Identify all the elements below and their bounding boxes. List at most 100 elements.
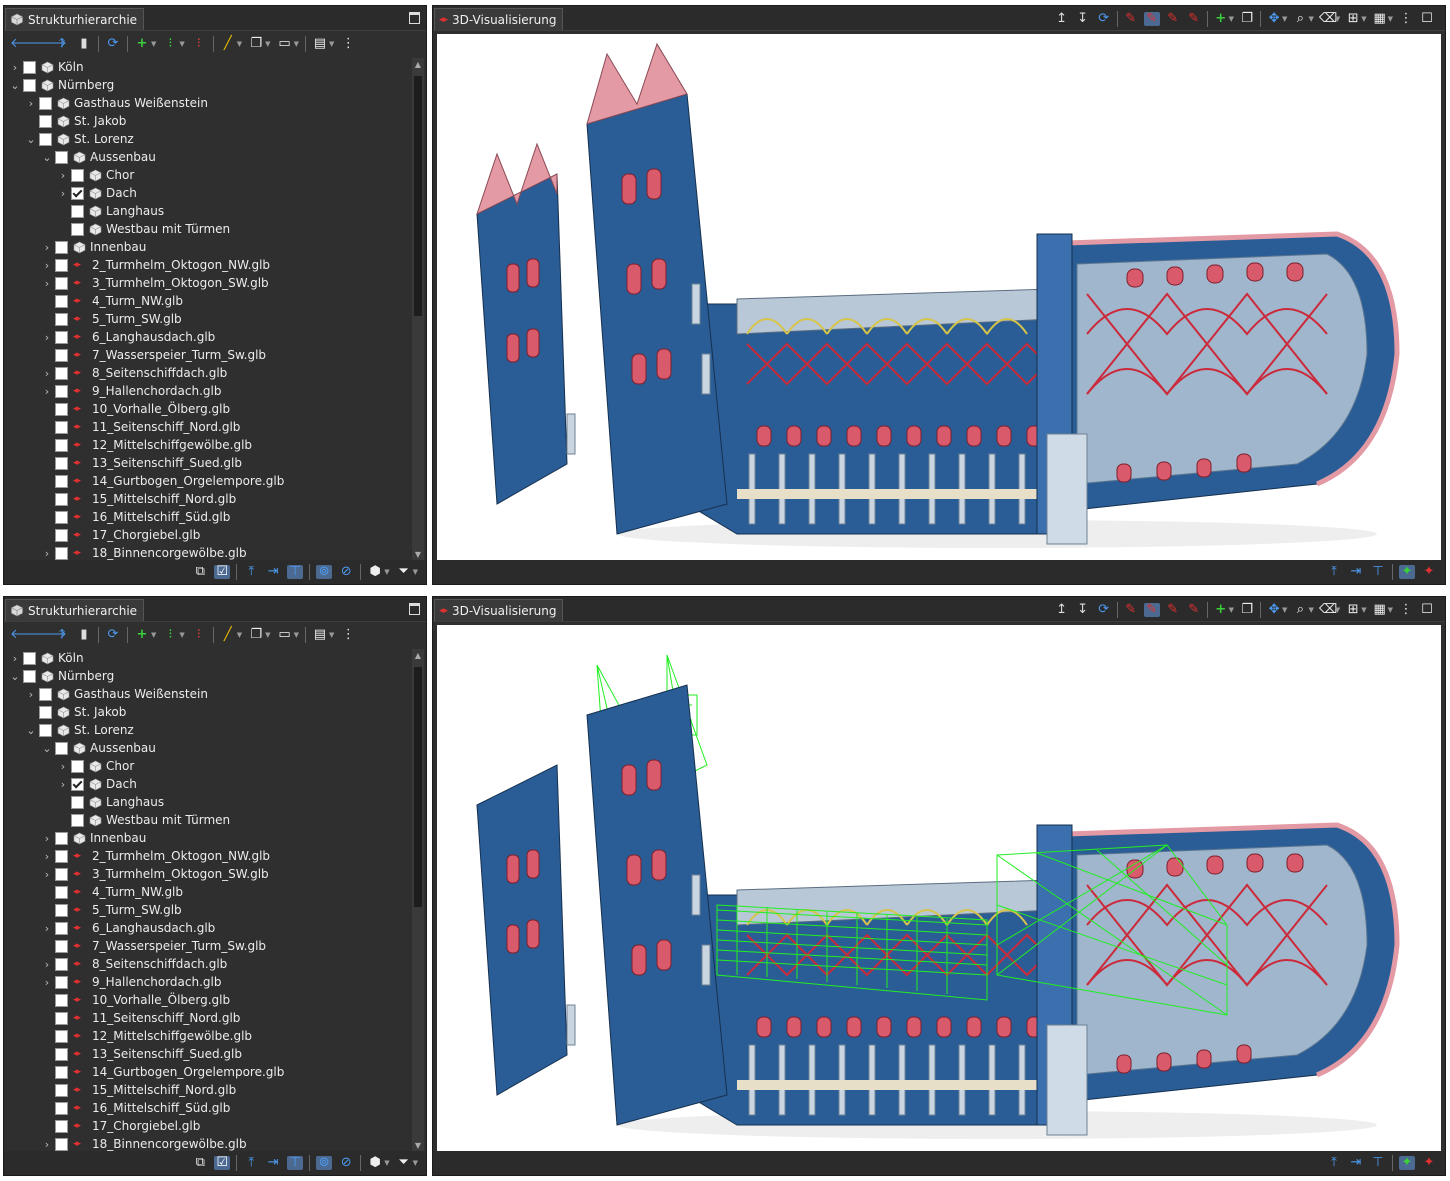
chevron-down-icon[interactable]: ⌄ (10, 670, 20, 683)
tree-row[interactable]: ◂▸ 16_Mittelschiff_Süd.glb (4, 1099, 410, 1117)
add-icon[interactable]: + (134, 37, 150, 51)
tree-row[interactable]: Westbau mit Türmen (4, 220, 410, 238)
tree-row[interactable]: ⌄ Nürnberg (4, 667, 410, 685)
tree-row[interactable]: ◂▸ 7_Wasserspeier_Turm_Sw.glb (4, 346, 410, 364)
add-icon[interactable]: + (1213, 603, 1229, 617)
tree-scrollbar[interactable]: ▲ ▼ (412, 649, 424, 1152)
tree-row[interactable]: ⌄ St. Lorenz (4, 130, 410, 148)
tree-checkbox[interactable] (55, 312, 68, 326)
magic-wand-icon[interactable]: ✦ (1399, 1156, 1415, 1170)
dropdown-arrow-icon[interactable]: ▼ (265, 631, 270, 639)
edit-pen-icon[interactable]: ╱ (220, 37, 236, 51)
dropdown-arrow-icon[interactable]: ▼ (1335, 606, 1340, 614)
tree-row[interactable]: ◂▸ 7_Wasserspeier_Turm_Sw.glb (4, 937, 410, 955)
tree-row[interactable]: ⌄ Aussenbau (4, 739, 410, 757)
chevron-right-icon[interactable]: › (58, 169, 68, 182)
dropdown-arrow-icon[interactable]: ▼ (329, 631, 334, 639)
link-icon[interactable]: ⧉ (192, 1156, 208, 1170)
dropdown-arrow-icon[interactable]: ▼ (384, 568, 389, 576)
move-down-icon[interactable]: ↧ (1075, 12, 1091, 26)
tree-checkbox[interactable] (55, 1119, 68, 1133)
tree-checkbox[interactable] (55, 492, 68, 506)
chevron-right-icon[interactable]: › (10, 61, 20, 74)
tree-row[interactable]: ◂▸ 14_Gurtbogen_Orgelempore.glb (4, 472, 410, 490)
chevron-right-icon[interactable]: › (42, 367, 52, 380)
align-top-icon[interactable]: ⊤ (287, 565, 304, 579)
tool-icon[interactable]: ✦ (1421, 565, 1437, 579)
unlink-icon[interactable]: ⊘ (338, 1156, 354, 1170)
chevron-down-icon[interactable]: ⌄ (42, 742, 52, 755)
3d-viewport[interactable] (437, 625, 1441, 1151)
menu-icon[interactable]: ⋮ (1398, 12, 1414, 26)
link-chain-icon[interactable]: ⊚ (316, 1156, 333, 1170)
view-icon[interactable]: ▭ (277, 37, 293, 51)
tree-checkbox[interactable] (55, 867, 68, 881)
scroll-up-icon[interactable]: ▲ (412, 651, 424, 660)
pin-icon[interactable]: ✎ (1123, 603, 1139, 617)
tree-checkbox[interactable] (55, 420, 68, 434)
tree-checkbox[interactable] (23, 78, 36, 92)
tree-checkbox[interactable] (55, 456, 68, 470)
tree-checkbox[interactable] (55, 1083, 68, 1097)
link-icon[interactable]: ⧉ (192, 565, 208, 579)
tree-row[interactable]: › ◂▸ 3_Turmhelm_Oktogon_SW.glb (4, 865, 410, 883)
tree-row[interactable]: › Chor (4, 757, 410, 775)
link-chain-icon[interactable]: ⊚ (316, 565, 333, 579)
align-right-icon[interactable]: ⇥ (265, 565, 281, 579)
pin-edit-icon[interactable]: ✎ (1186, 12, 1202, 26)
tree-row[interactable]: ⌄ Aussenbau (4, 148, 410, 166)
tree-row[interactable]: ◂▸ 4_Turm_NW.glb (4, 883, 410, 901)
tab-3d-visualisierung[interactable]: ◂▸ 3D-Visualisierung (434, 8, 564, 30)
tree-checkbox[interactable] (55, 366, 68, 380)
tool-icon[interactable]: ✦ (1421, 1156, 1437, 1170)
align-top-icon[interactable]: ⊤ (1370, 1156, 1386, 1170)
tree-checkbox[interactable] (71, 777, 84, 791)
copy-icon[interactable]: ❐ (248, 628, 264, 642)
tab-strukturhierarchie[interactable]: Strukturhierarchie (5, 8, 145, 30)
dropdown-arrow-icon[interactable]: ▼ (1308, 606, 1313, 614)
collapse-icon[interactable]: ▤ (312, 37, 328, 51)
dropdown-arrow-icon[interactable]: ▼ (265, 40, 270, 48)
tree-row[interactable]: › ◂▸ 18_Binnencorgewölbe.glb (4, 1135, 410, 1152)
tree-checkbox[interactable] (55, 546, 68, 560)
magic-wand-icon[interactable]: ✦ (1399, 565, 1415, 579)
pin-add-icon[interactable]: ✎ (1165, 603, 1181, 617)
tree-row[interactable]: ◂▸ 15_Mittelschiff_Nord.glb (4, 490, 410, 508)
scrollbar-thumb[interactable] (414, 667, 422, 907)
scrollbar-thumb[interactable] (414, 76, 422, 316)
dropdown-arrow-icon[interactable]: ▼ (1229, 606, 1234, 614)
dropdown-arrow-icon[interactable]: ▼ (1308, 15, 1313, 23)
tree-row[interactable]: › ◂▸ 18_Binnencorgewölbe.glb (4, 544, 410, 561)
tree-checkbox[interactable] (55, 975, 68, 989)
tree-row[interactable]: ◂▸ 12_Mittelschiffgewölbe.glb (4, 1027, 410, 1045)
checklist-icon[interactable]: ☑ (214, 1156, 231, 1170)
maximize-icon[interactable] (409, 603, 420, 615)
tree-checkbox[interactable] (23, 651, 36, 665)
tree-checkbox[interactable] (71, 222, 84, 236)
tree-row[interactable]: Langhaus (4, 793, 410, 811)
tree-checkbox[interactable] (55, 1137, 68, 1151)
tree-row[interactable]: › ◂▸ 8_Seitenschiffdach.glb (4, 364, 410, 382)
tree-row[interactable]: › ◂▸ 3_Turmhelm_Oktogon_SW.glb (4, 274, 410, 292)
tree-row[interactable]: › ◂▸ 8_Seitenschiffdach.glb (4, 955, 410, 973)
zoom-icon[interactable]: ⌕ (1292, 12, 1308, 26)
tree-checkbox[interactable] (55, 348, 68, 362)
settings-cube-icon[interactable]: ⬢ (367, 565, 383, 579)
tree-checkbox[interactable] (39, 114, 52, 128)
dropdown-arrow-icon[interactable]: ▼ (1361, 15, 1366, 23)
tree-row[interactable]: › Gasthaus Weißenstein (4, 685, 410, 703)
nave[interactable] (686, 288, 1068, 535)
align-top-icon[interactable]: ⊤ (1370, 565, 1386, 579)
tree-checkbox[interactable] (71, 204, 84, 218)
tree-row[interactable]: ◂▸ 14_Gurtbogen_Orgelempore.glb (4, 1063, 410, 1081)
tree-checkbox[interactable] (39, 687, 52, 701)
tree-row[interactable]: ◂▸ 11_Seitenschiff_Nord.glb (4, 418, 410, 436)
dropdown-arrow-icon[interactable]: ▼ (1388, 15, 1393, 23)
tree-row[interactable]: ⌄ Nürnberg (4, 76, 410, 94)
dropdown-arrow-icon[interactable]: ▼ (1282, 15, 1287, 23)
dropdown-arrow-icon[interactable]: ▼ (237, 40, 242, 48)
tree-row[interactable]: ◂▸ 13_Seitenschiff_Sued.glb (4, 454, 410, 472)
tree-checkbox[interactable] (23, 60, 36, 74)
tree-row[interactable]: › Innenbau (4, 238, 410, 256)
tree-row[interactable]: › Chor (4, 166, 410, 184)
